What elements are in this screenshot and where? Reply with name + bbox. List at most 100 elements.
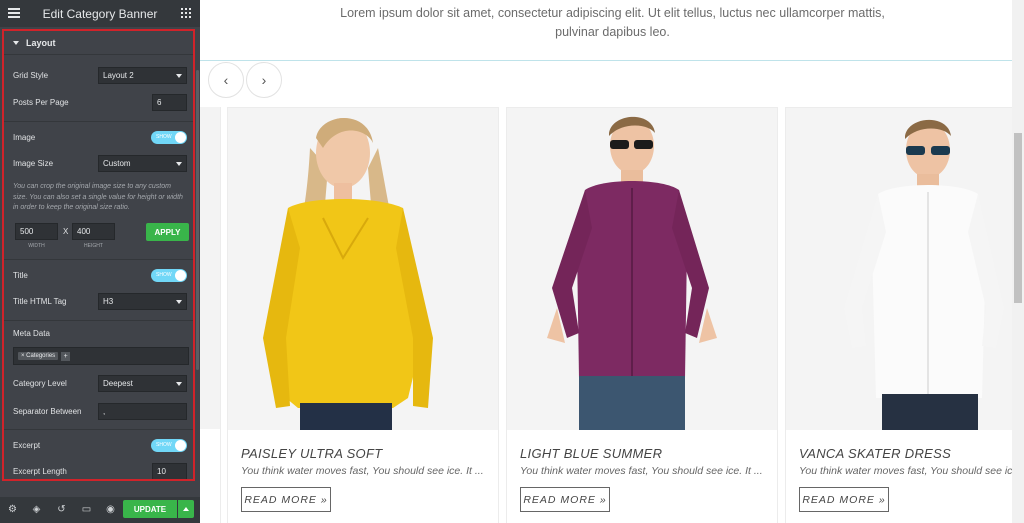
update-options-button[interactable] <box>178 500 194 518</box>
title-tag-select[interactable]: H3 <box>98 293 187 310</box>
sidebar-header: Edit Category Banner <box>0 0 200 27</box>
image-size-label: Image Size <box>13 159 54 168</box>
section-layout-header[interactable]: Layout <box>4 31 193 55</box>
image-size-row: Image Size Custom <box>13 155 187 172</box>
excerpt-length-label: Excerpt Length <box>13 467 67 476</box>
card-title[interactable]: LIGHT BLUE SUMMER <box>520 446 662 461</box>
excerpt-toggle[interactable]: SHOW <box>151 439 187 452</box>
layers-icon[interactable]: ◈ <box>31 504 42 515</box>
product-card[interactable]: PAISLEY ULTRA SOFT You think water moves… <box>227 107 499 523</box>
posts-per-page-input[interactable]: 6 <box>152 94 187 111</box>
apply-button[interactable]: APPLY <box>146 223 189 241</box>
history-icon[interactable]: ↺ <box>56 504 67 515</box>
add-meta-icon[interactable]: + <box>61 351 71 361</box>
chevron-down-icon <box>176 161 182 166</box>
eye-icon[interactable]: ◉ <box>105 504 116 515</box>
widgets-grid-icon[interactable] <box>181 8 191 18</box>
image-toggle[interactable]: SHOW <box>151 131 187 144</box>
posts-per-page-label: Posts Per Page <box>13 98 69 107</box>
scrollbar-thumb[interactable] <box>1014 133 1022 303</box>
separator-input[interactable]: , <box>98 403 187 420</box>
carousel-prev-button[interactable]: ‹ <box>208 62 244 98</box>
sidebar-title: Edit Category Banner <box>42 6 158 21</box>
partial-card-image <box>200 107 220 429</box>
update-button[interactable]: UPDATE <box>123 500 177 518</box>
divider-line <box>200 60 1012 61</box>
meta-tag-categories[interactable]: × Categories <box>18 352 59 360</box>
product-image[interactable] <box>507 108 777 430</box>
product-card[interactable]: LIGHT BLUE SUMMER You think water moves … <box>506 107 778 523</box>
product-image[interactable] <box>228 108 498 430</box>
toggle-knob <box>175 270 186 281</box>
partial-card <box>200 107 221 523</box>
separator-label: Separator Between <box>13 407 82 416</box>
grid-style-row: Grid Style Layout 2 <box>13 67 187 84</box>
gear-icon[interactable]: ⚙ <box>7 504 18 515</box>
card-title[interactable]: PAISLEY ULTRA SOFT <box>241 446 382 461</box>
read-more-button[interactable]: READ MORE » <box>241 487 331 512</box>
intro-text: Lorem ipsum dolor sit amet, consectetur … <box>340 6 885 39</box>
category-level-row: Category Level Deepest <box>13 375 187 392</box>
sidebar-scrollbar[interactable] <box>196 70 199 370</box>
menu-icon[interactable] <box>8 8 20 18</box>
caret-down-icon <box>13 40 19 45</box>
card-title[interactable]: VANCA SKATER DRESS <box>799 446 951 461</box>
layout-panel: Layout Grid Style Layout 2 Posts Per Pag… <box>2 29 195 481</box>
model-white-shirt-image <box>786 108 1024 430</box>
title-tag-value: H3 <box>103 297 114 306</box>
chevron-left-icon: ‹ <box>223 72 229 88</box>
image-size-value: Custom <box>103 159 131 168</box>
image-row: Image SHOW <box>13 131 187 144</box>
title-tag-label: Title HTML Tag <box>13 297 67 306</box>
grid-style-select[interactable]: Layout 2 <box>98 67 187 84</box>
meta-data-field[interactable]: × Categories + <box>13 347 189 365</box>
category-level-select[interactable]: Deepest <box>98 375 187 392</box>
image-size-note: You can crop the original image size to … <box>13 183 183 211</box>
title-toggle[interactable]: SHOW <box>151 269 187 282</box>
page-scrollbar[interactable] <box>1012 0 1024 523</box>
read-more-button[interactable]: READ MORE » <box>520 487 610 512</box>
grid-style-value: Layout 2 <box>103 71 134 80</box>
image-label: Image <box>13 133 36 142</box>
divider <box>4 121 193 122</box>
title-label: Title <box>13 271 28 280</box>
divider <box>4 320 193 321</box>
chevron-right-icon: › <box>261 72 267 88</box>
excerpt-length-row: Excerpt Length 10 <box>13 463 187 479</box>
product-image[interactable] <box>786 108 1024 430</box>
category-level-label: Category Level <box>13 379 67 388</box>
grid-style-label: Grid Style <box>13 71 49 80</box>
product-card[interactable]: VANCA SKATER DRESS You think water moves… <box>785 107 1024 523</box>
excerpt-length-input[interactable]: 10 <box>152 463 187 479</box>
section-title: Layout <box>26 37 56 48</box>
read-more-button[interactable]: READ MORE » <box>799 487 889 512</box>
model-yellow-sweater-image <box>228 108 498 430</box>
chevron-down-icon <box>176 299 182 304</box>
width-input[interactable]: 500 <box>15 223 58 240</box>
model-purple-shirt-image <box>507 108 777 430</box>
toggle-label: SHOW <box>156 272 172 278</box>
card-excerpt: You think water moves fast, You should s… <box>799 465 1024 477</box>
toggle-knob <box>175 132 186 143</box>
card-excerpt: You think water moves fast, You should s… <box>241 465 484 477</box>
height-input[interactable]: 400 <box>72 223 115 240</box>
chevron-up-icon <box>183 507 189 511</box>
chevron-down-icon <box>176 73 182 78</box>
excerpt-label: Excerpt <box>13 441 41 450</box>
card-excerpt: You think water moves fast, You should s… <box>520 465 763 477</box>
width-caption: WIDTH <box>28 243 45 249</box>
dimension-separator: X <box>63 227 69 236</box>
image-size-select[interactable]: Custom <box>98 155 187 172</box>
toggle-label: SHOW <box>156 442 172 448</box>
responsive-icon[interactable]: ▭ <box>81 504 92 515</box>
toggle-knob <box>175 440 186 451</box>
posts-per-page-row: Posts Per Page 6 <box>13 94 187 111</box>
excerpt-row: Excerpt SHOW <box>13 439 187 452</box>
preview-canvas: Lorem ipsum dolor sit amet, consectetur … <box>200 0 1024 523</box>
category-level-value: Deepest <box>103 379 133 388</box>
height-caption: HEIGHT <box>84 243 103 249</box>
carousel-next-button[interactable]: › <box>246 62 282 98</box>
divider <box>4 429 193 430</box>
divider <box>4 259 193 260</box>
editor-sidebar: Edit Category Banner Layout Grid Style L… <box>0 0 200 523</box>
